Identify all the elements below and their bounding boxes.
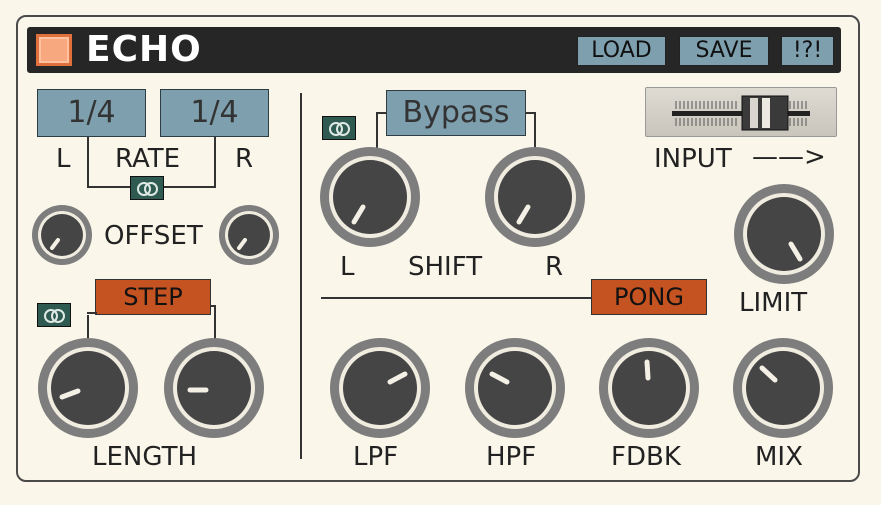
rate-bracket-right — [214, 137, 216, 188]
shift-bracket-right-top — [525, 112, 536, 114]
fdbk-knob[interactable] — [597, 336, 701, 440]
link-rings-icon — [44, 309, 65, 323]
pong-toggle[interactable]: PONG — [591, 279, 707, 315]
step-toggle[interactable]: STEP — [95, 279, 211, 315]
rate-r-label: R — [235, 144, 254, 174]
shift-right-knob[interactable] — [483, 145, 587, 249]
input-slider[interactable] — [645, 87, 837, 137]
step-bracket-right — [214, 305, 216, 339]
fdbk-label: FDBK — [611, 442, 681, 472]
pong-divider — [321, 297, 591, 299]
section-divider — [300, 93, 302, 459]
shift-link-button[interactable] — [322, 116, 356, 140]
length-label: LENGTH — [92, 442, 198, 472]
rate-label: RATE — [115, 144, 181, 174]
power-toggle[interactable] — [36, 34, 72, 66]
plugin-title: ECHO — [86, 29, 202, 70]
shift-r-label: R — [545, 252, 564, 282]
length-left-knob[interactable] — [36, 336, 140, 440]
rate-right-display[interactable]: 1/4 — [160, 89, 269, 137]
link-rings-icon — [329, 122, 350, 136]
limit-label: LIMIT — [739, 288, 808, 318]
rate-l-label: L — [56, 144, 71, 174]
length-link-button[interactable] — [37, 303, 71, 327]
lpf-label: LPF — [353, 442, 399, 472]
link-rings-icon — [137, 182, 158, 196]
limit-knob[interactable] — [732, 182, 836, 286]
shift-bracket-left-top — [376, 112, 387, 114]
step-bracket-right-top — [210, 305, 216, 307]
save-button[interactable]: SAVE — [679, 36, 769, 66]
load-button[interactable]: LOAD — [577, 36, 666, 66]
rate-link-button[interactable] — [130, 176, 164, 200]
help-button[interactable]: !?! — [781, 36, 834, 66]
offset-right-knob[interactable] — [217, 203, 281, 267]
shift-left-knob[interactable] — [318, 145, 422, 249]
rate-left-display[interactable]: 1/4 — [37, 89, 146, 137]
offset-left-knob[interactable] — [30, 203, 94, 267]
input-slider-track — [672, 95, 810, 131]
offset-label: OFFSET — [104, 221, 203, 251]
length-right-knob[interactable] — [162, 336, 266, 440]
lpf-knob[interactable] — [328, 336, 432, 440]
shift-mode-display[interactable]: Bypass — [386, 90, 526, 136]
step-bracket-left-top — [87, 312, 97, 314]
shift-l-label: L — [340, 252, 355, 282]
rate-bracket-left — [87, 137, 89, 188]
input-label: INPUT — [654, 144, 732, 174]
mix-knob[interactable] — [731, 336, 835, 440]
shift-label: SHIFT — [408, 252, 483, 282]
input-arrow-icon: ——> — [752, 142, 826, 172]
mix-label: MIX — [755, 442, 803, 472]
hpf-knob[interactable] — [463, 336, 567, 440]
hpf-label: HPF — [486, 442, 537, 472]
